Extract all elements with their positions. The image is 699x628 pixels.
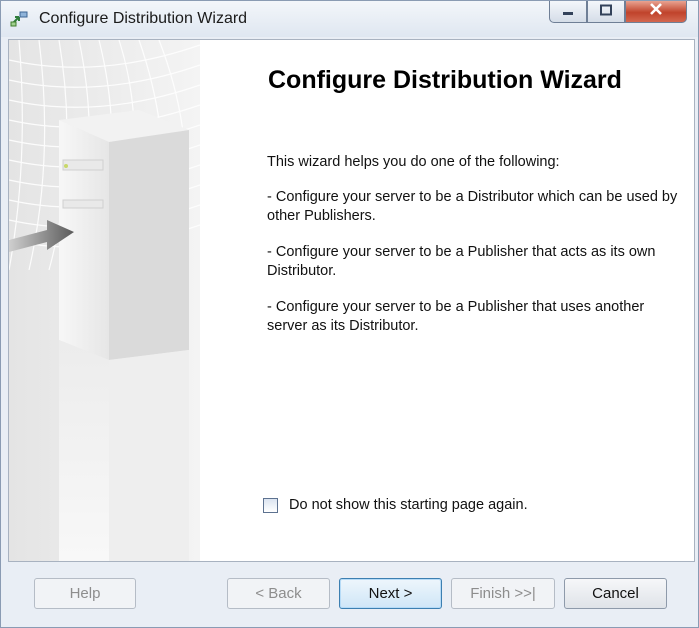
minimize-button[interactable] — [549, 1, 587, 23]
minimize-icon — [561, 3, 575, 21]
close-icon — [648, 2, 664, 21]
wizard-window: Configure Distribution Wizard Configure … — [0, 0, 699, 628]
skip-start-page-checkbox[interactable] — [263, 497, 278, 513]
help-button[interactable]: Help — [34, 578, 136, 609]
back-button[interactable]: < Back — [227, 578, 330, 609]
finish-button[interactable]: Finish >>| — [451, 578, 555, 609]
server-arrow-graphic — [9, 40, 201, 561]
maximize-button[interactable] — [587, 1, 625, 23]
close-button[interactable] — [625, 1, 687, 23]
option-own-distributor: - Configure your server to be a Publishe… — [267, 244, 656, 279]
intro-text: This wizard helps you do one of the foll… — [267, 154, 560, 170]
skip-start-page-option[interactable]: Do not show this starting page again. — [263, 497, 528, 513]
replication-wizard-icon — [9, 10, 29, 28]
option-remote-distributor: - Configure your server to be a Publishe… — [267, 299, 645, 334]
option-distributor: - Configure your server to be a Distribu… — [267, 189, 678, 224]
maximize-icon — [599, 3, 613, 21]
cancel-button[interactable]: Cancel — [564, 578, 667, 609]
wizard-title: Configure Distribution Wizard — [268, 66, 622, 94]
next-button[interactable]: Next > — [339, 578, 442, 609]
window-title: Configure Distribution Wizard — [39, 10, 248, 27]
wizard-page: Configure Distribution Wizard This wizar… — [8, 39, 695, 562]
title-bar[interactable]: Configure Distribution Wizard — [1, 1, 698, 37]
skip-start-page-label[interactable]: Do not show this starting page again. — [289, 497, 528, 513]
